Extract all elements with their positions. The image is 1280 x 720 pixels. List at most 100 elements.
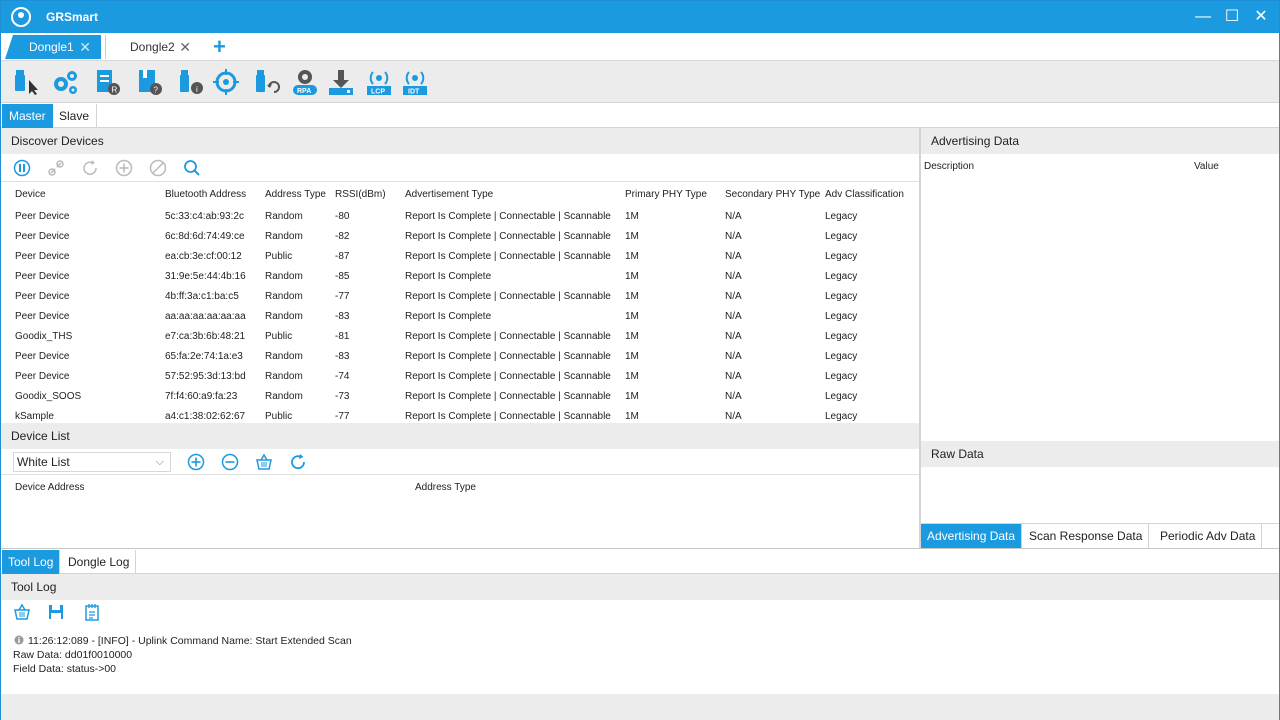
col-adv-classification[interactable]: Adv Classification	[825, 189, 917, 200]
col-bluetooth-address[interactable]: Bluetooth Address	[165, 189, 261, 200]
adv-classification-cell: Legacy	[825, 291, 858, 302]
adv-classification-cell: Legacy	[825, 351, 858, 362]
col-value[interactable]: Value	[1194, 161, 1219, 172]
advertisement-type-cell: Report Is Complete	[405, 311, 492, 322]
table-row[interactable]: Goodix_SOOS 7f:f4:60:a9:fa:23 Random -73 Rep…	[1, 388, 919, 408]
advertising-data-header: Advertising Data	[921, 128, 1279, 154]
log-line: 11:26:12:089 - [INFO] - Uplink Command N…	[28, 635, 352, 647]
settings-icon[interactable]	[51, 68, 79, 96]
notes-icon[interactable]	[83, 603, 101, 621]
help-book-icon[interactable]: ?	[135, 68, 163, 96]
tab-advertising-data[interactable]: Advertising Data	[921, 524, 1023, 549]
remove-icon[interactable]	[221, 453, 239, 471]
address-type-cell: Random	[265, 391, 303, 402]
adv-classification-cell: Legacy	[825, 371, 858, 382]
close-tab-icon[interactable]: ✕	[79, 35, 91, 59]
secondary-phy-cell: N/A	[725, 411, 742, 422]
table-row[interactable]: Peer Device ea:cb:3e:cf:00:12 Public -87 Rep…	[1, 248, 919, 268]
table-row[interactable]: Peer Device 31:9e:5e:44:4b:16 Random -85 Rep…	[1, 268, 919, 288]
lcp-icon[interactable]: LCP	[365, 68, 393, 96]
filter-off-icon[interactable]	[149, 159, 167, 177]
tab-master[interactable]: Master	[2, 104, 53, 128]
adv-classification-cell: Legacy	[825, 251, 858, 262]
bluetooth-address-cell: 65:fa:2e:74:1a:e3	[165, 351, 243, 362]
usb-refresh-icon[interactable]	[253, 68, 281, 96]
secondary-phy-cell: N/A	[725, 211, 742, 222]
col-list-address-type[interactable]: Address Type	[415, 482, 476, 493]
table-row[interactable]: Peer Device aa:aa:aa:aa:aa:aa Random -83 Rep…	[1, 308, 919, 328]
tab-dongle1[interactable]: Dongle1 ✕	[5, 35, 101, 59]
table-row[interactable]: Peer Device 65:fa:2e:74:1a:e3 Random -83 Rep…	[1, 348, 919, 368]
col-advertisement-type[interactable]: Advertisement Type	[405, 189, 619, 200]
lcp-label: LCP	[371, 89, 385, 96]
table-row[interactable]: Peer Device 6c:8d:6d:74:49:ce Random -82 Rep…	[1, 228, 919, 248]
list-type-value: White List	[17, 455, 70, 469]
list-type-select[interactable]: White List ⌵	[13, 452, 171, 472]
close-button[interactable]: ✕	[1249, 5, 1273, 29]
table-row[interactable]: Peer Device 5c:33:c4:ab:93:2c Random -80 Rep…	[1, 208, 919, 228]
tab-scan-response-data[interactable]: Scan Response Data	[1023, 524, 1150, 549]
col-primary-phy[interactable]: Primary PHY Type	[625, 189, 721, 200]
rpa-icon[interactable]: RPA	[291, 68, 319, 96]
address-type-cell: Public	[265, 251, 293, 262]
primary-phy-cell: 1M	[625, 231, 639, 242]
col-address-type[interactable]: Address Type	[265, 189, 333, 200]
panel-splitter[interactable]	[919, 128, 921, 548]
col-description[interactable]: Description	[924, 161, 974, 172]
tab-tool-log[interactable]: Tool Log	[2, 550, 61, 574]
log-line: Raw Data: dd01f0010000	[13, 649, 133, 661]
table-row[interactable]: Goodix_THS e7:ca:3b:6b:48:21 Public -81 Repo…	[1, 328, 919, 348]
col-device-address[interactable]: Device Address	[15, 482, 84, 493]
col-secondary-phy[interactable]: Secondary PHY Type	[725, 189, 823, 200]
add-icon[interactable]	[187, 453, 205, 471]
dongle-tab-bar: Dongle1 ✕ Dongle2 ✕ +	[1, 33, 1279, 61]
search-icon[interactable]	[183, 159, 201, 177]
table-row[interactable]: Peer Device 4b:ff:3a:c1:ba:c5 Random -77 Rep…	[1, 288, 919, 308]
add-device-icon[interactable]	[115, 159, 133, 177]
bluetooth-address-cell: aa:aa:aa:aa:aa:aa	[165, 311, 246, 322]
device-name-cell: kSample	[15, 411, 54, 422]
target-icon[interactable]	[212, 68, 240, 96]
save-icon[interactable]	[47, 603, 65, 621]
secondary-phy-cell: N/A	[725, 351, 742, 362]
rssi-cell: -85	[335, 271, 350, 282]
rssi-cell: -77	[335, 291, 350, 302]
close-tab-icon[interactable]: ✕	[179, 35, 191, 59]
rssi-cell: -77	[335, 411, 350, 422]
clear-log-icon[interactable]	[13, 603, 31, 621]
tab-slave[interactable]: Slave	[52, 104, 98, 128]
usb-info-icon[interactable]: i	[177, 68, 205, 96]
tab-periodic-adv-data[interactable]: Periodic Adv Data	[1154, 524, 1263, 549]
download-icon[interactable]	[327, 68, 355, 96]
secondary-phy-cell: N/A	[725, 251, 742, 262]
tab-dongle2[interactable]: Dongle2 ✕	[105, 35, 201, 59]
maximize-button[interactable]: ☐	[1220, 5, 1244, 29]
rssi-cell: -83	[335, 311, 350, 322]
idt-icon[interactable]: IDT	[401, 68, 429, 96]
minimize-button[interactable]: —	[1191, 5, 1215, 29]
table-row[interactable]: Peer Device 57:52:95:3d:13:bd Random -74 Rep…	[1, 368, 919, 388]
advertisement-type-cell: Report Is Complete | Connectable | Scann…	[405, 231, 611, 242]
secondary-phy-cell: N/A	[725, 331, 742, 342]
address-type-cell: Random	[265, 311, 303, 322]
address-type-cell: Random	[265, 271, 303, 282]
table-row[interactable]: kSample a4:c1:38:02:62:67 Public -77 Report …	[1, 408, 919, 423]
advertisement-type-cell: Report Is Complete | Connectable | Scann…	[405, 211, 611, 222]
bluetooth-address-cell: 31:9e:5e:44:4b:16	[165, 271, 246, 282]
clear-basket-icon[interactable]	[255, 453, 273, 471]
rssi-cell: -81	[335, 331, 350, 342]
col-rssi[interactable]: RSSI(dBm)	[335, 189, 401, 200]
refresh-icon[interactable]	[81, 159, 99, 177]
device-name-cell: Goodix_SOOS	[15, 391, 82, 402]
link-icon[interactable]	[47, 159, 65, 177]
rssi-cell: -80	[335, 211, 350, 222]
usb-select-icon[interactable]	[13, 68, 41, 96]
tab-dongle-log[interactable]: Dongle Log	[62, 550, 137, 574]
refresh-list-icon[interactable]	[289, 453, 307, 471]
pause-icon[interactable]	[13, 159, 31, 177]
title-bar: GRSmart — ☐ ✕	[1, 1, 1279, 33]
col-device[interactable]: Device	[15, 189, 155, 200]
add-tab-button[interactable]: +	[213, 35, 226, 59]
report-icon[interactable]: R	[93, 68, 121, 96]
app-window: GRSmart — ☐ ✕ Dongle1 ✕ Dongle2 ✕ + R ? …	[0, 0, 1280, 720]
